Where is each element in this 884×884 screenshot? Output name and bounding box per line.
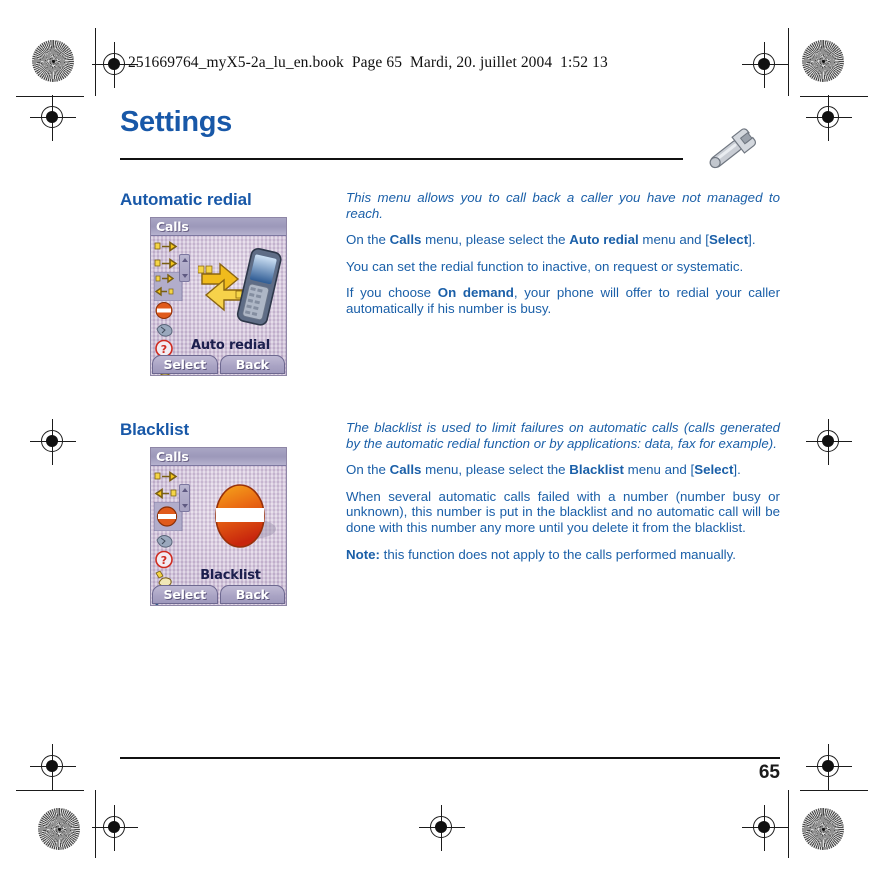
crop-line-bottom-right-vertical: [788, 790, 790, 858]
paragraph: When several automatic calls failed with…: [346, 489, 780, 536]
text-run-bold: Select: [708, 232, 749, 248]
call-settings-icon: [154, 320, 190, 339]
title-divider-rule: [120, 158, 683, 160]
page-header: Settings: [120, 108, 780, 145]
scroll-down-arrow-icon[interactable]: [182, 504, 188, 508]
registration-mark-bottom-left-inner: [92, 805, 138, 851]
no-entry-sign-icon: [198, 474, 282, 560]
registration-mark-bottom-center: [419, 805, 465, 851]
outgoing-calls-icon: [154, 468, 190, 485]
footer-divider-rule: [120, 757, 780, 759]
scroll-down-arrow-icon[interactable]: [182, 274, 188, 278]
density-star-target-bottom-left: [38, 808, 80, 850]
registration-mark-right-lower: [806, 744, 852, 790]
phone-caption-blacklist: Blacklist: [200, 568, 261, 583]
registration-mark-left-lower: [30, 744, 76, 790]
svg-text:?: ?: [161, 554, 167, 567]
phone-scrollbar[interactable]: [179, 254, 190, 282]
barring-icon: [154, 301, 190, 320]
phone-screenshot-auto-redial: Calls ? Auto redial Select Back: [151, 218, 286, 375]
page-title: Settings: [120, 106, 232, 138]
text-run-bold: On demand: [437, 285, 514, 301]
text-run: When several automatic calls failed with…: [346, 488, 780, 535]
paragraph: Note: this function does not apply to th…: [346, 547, 780, 563]
call-settings-icon: [154, 531, 190, 550]
page-number: 65: [758, 762, 780, 783]
density-star-target-bottom-right: [802, 808, 844, 850]
phone-titlebar: Calls: [151, 448, 286, 466]
paragraph: You can set the redial function to inact…: [346, 259, 780, 275]
crop-line-right-bottom-horizontal: [800, 790, 868, 792]
text-run: If you choose: [346, 285, 438, 301]
print-slug-line: 251669764_myX5-2a_lu_en.book Page 65 Mar…: [128, 54, 608, 71]
registration-mark-right-middle: [806, 419, 852, 465]
section-heading-blacklist: Blacklist: [120, 420, 190, 439]
text-run-bold: Blacklist: [569, 462, 624, 478]
text-run: On the: [346, 232, 390, 248]
registration-mark-left-upper: [30, 95, 76, 141]
text-run-bold: Calls: [389, 232, 422, 248]
text-run-bold: Select: [694, 462, 734, 478]
text-run: this function does not apply to the call…: [379, 546, 736, 562]
section-heading-automatic-redial: Automatic redial: [120, 190, 252, 209]
text-run: menu, please select the: [421, 462, 570, 478]
scroll-up-arrow-icon[interactable]: [182, 488, 188, 492]
section-2-text-column: The blacklist is used to limit failures …: [346, 420, 780, 562]
paragraph: This menu allows you to call back a call…: [346, 190, 780, 221]
crop-line-top-right-vertical: [788, 28, 790, 96]
registration-mark-left-middle: [30, 419, 76, 465]
phone-scrollbar[interactable]: [179, 484, 190, 512]
phone-screenshot-blacklist: Calls ? Blacklist Select Back: [151, 448, 286, 605]
softkey-back[interactable]: Back: [219, 355, 285, 374]
wrench-icon: [702, 128, 762, 172]
registration-mark-right-upper: [806, 95, 852, 141]
text-run: menu and [: [623, 462, 695, 478]
phone-redial-arrows-icon: [197, 244, 282, 330]
phone-titlebar-label: Calls: [156, 449, 189, 464]
density-star-target-top-left: [32, 40, 74, 82]
registration-mark-bottom-right-inner: [742, 805, 788, 851]
softkey-back[interactable]: Back: [219, 585, 285, 604]
text-run: ].: [733, 462, 741, 478]
paragraph: On the Calls menu, please select the Bla…: [346, 462, 780, 478]
text-run: ].: [748, 232, 756, 248]
paragraph: If you choose On demand, your phone will…: [346, 285, 780, 316]
phone-caption-auto-redial: Auto redial: [190, 338, 270, 353]
paragraph: On the Calls menu, please select the Aut…: [346, 232, 780, 248]
text-run: The blacklist is used to limit failures …: [346, 420, 780, 451]
text-run-bold: Note:: [346, 546, 380, 562]
softkey-select[interactable]: Select: [152, 355, 218, 374]
density-star-target-top-right: [802, 40, 844, 82]
crop-line-left-bottom-horizontal: [16, 790, 84, 792]
phone-titlebar-label: Calls: [156, 219, 189, 234]
phone-titlebar: Calls: [151, 218, 286, 236]
help-question-icon: ?: [154, 550, 190, 569]
text-run-bold: Calls: [389, 462, 422, 478]
text-run-bold: Auto redial: [569, 232, 639, 248]
text-run: menu, please select the: [421, 232, 570, 248]
text-run: You can set the redial function to inact…: [346, 258, 744, 274]
section-2-illustration-column: Blacklist Calls ? Blacklist Select Back: [120, 420, 320, 605]
paragraph: The blacklist is used to limit failures …: [346, 420, 780, 451]
phone-softkey-bar: Select Back: [151, 354, 286, 375]
text-run: menu and [: [638, 232, 709, 248]
registration-mark-top-right-inner: [742, 42, 788, 88]
softkey-select[interactable]: Select: [152, 585, 218, 604]
outgoing-calls-icon: [154, 238, 190, 255]
text-run: On the: [346, 462, 390, 478]
phone-softkey-bar: Select Back: [151, 584, 286, 605]
text-run: This menu allows you to call back a call…: [346, 190, 780, 221]
section-1-text-column: This menu allows you to call back a call…: [346, 190, 780, 317]
scroll-up-arrow-icon[interactable]: [182, 258, 188, 262]
section-1-illustration-column: Automatic redial Calls ? Auto redial Sel…: [120, 190, 320, 375]
